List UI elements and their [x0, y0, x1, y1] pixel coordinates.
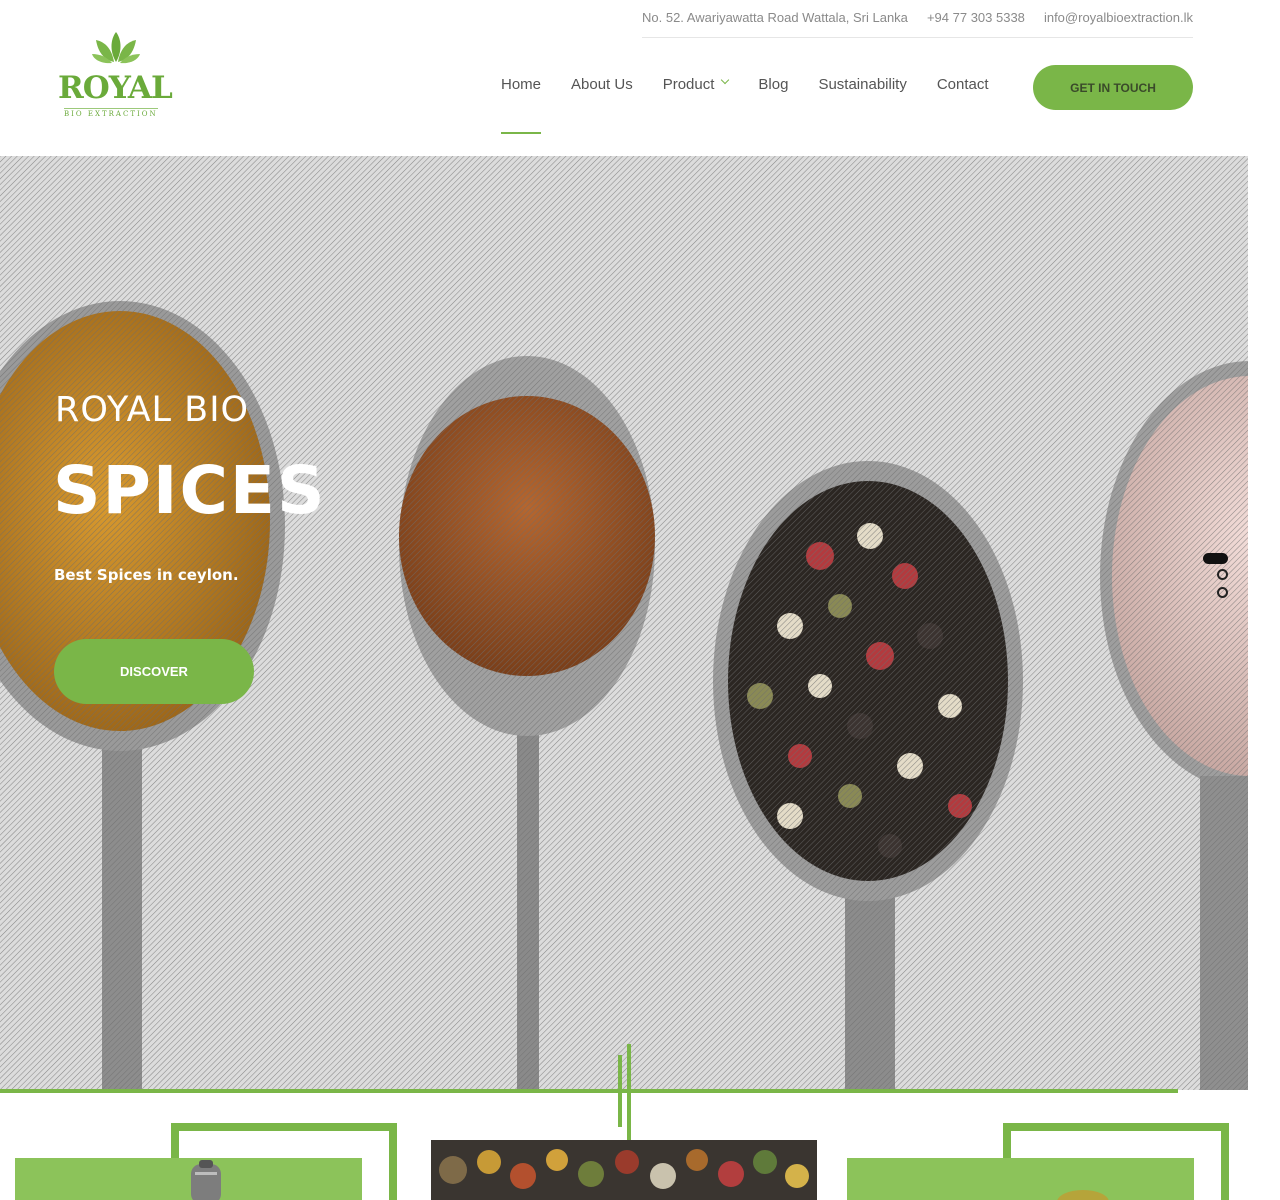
- hero-subtitle: Best Spices in ceylon.: [54, 566, 239, 584]
- nav-label: About Us: [571, 76, 633, 93]
- logo-tagline: BIO EXTRACTION: [64, 108, 158, 118]
- nav-label: Home: [501, 76, 542, 93]
- oil-bottle-icon: [191, 1160, 221, 1200]
- main-nav: Home About Us Product Blog Sustainabilit…: [501, 75, 1019, 134]
- slider-dot-active[interactable]: [1203, 553, 1228, 564]
- hero-eyebrow: ROYAL BIO: [55, 390, 250, 430]
- chevron-down-icon: [721, 75, 730, 85]
- nav-label: Sustainability: [818, 76, 907, 93]
- contact-topbar: No. 52. Awariyawatta Road Wattala, Sri L…: [642, 10, 1193, 38]
- address-text: No. 52. Awariyawatta Road Wattala, Sri L…: [642, 10, 908, 25]
- discover-button[interactable]: DISCOVER: [54, 639, 254, 704]
- nav-label: Blog: [758, 76, 789, 93]
- site-header: ROYAL BIO EXTRACTION No. 52. Awariyawatt…: [0, 0, 1280, 156]
- spice-assortment-image: [431, 1140, 817, 1200]
- slider-dot[interactable]: [1217, 587, 1228, 598]
- section-divider: [0, 1089, 1178, 1093]
- slider-dot[interactable]: [1217, 569, 1228, 580]
- nav-item-contact[interactable]: Contact: [937, 76, 989, 98]
- herb-powder-icon: [1057, 1190, 1109, 1200]
- hero-slider: ROYAL BIO SPICES Best Spices in ceylon. …: [0, 156, 1248, 1090]
- hero-title: SPICES: [53, 452, 327, 529]
- slider-pagination: [1203, 553, 1229, 603]
- decorative-bar: [618, 1055, 622, 1127]
- logo-wordmark: ROYAL: [58, 70, 173, 106]
- feature-card-oil[interactable]: [15, 1158, 362, 1200]
- feature-card-herbs[interactable]: [847, 1158, 1194, 1200]
- brand-logo[interactable]: ROYAL BIO EXTRACTION: [58, 30, 174, 122]
- nav-label: Product: [662, 76, 715, 93]
- nav-item-about-us[interactable]: About Us: [571, 76, 633, 98]
- phone-text[interactable]: +94 77 303 5338: [927, 10, 1025, 37]
- nav-item-blog[interactable]: Blog: [758, 76, 788, 98]
- nav-label: Contact: [936, 76, 989, 93]
- leaf-icon: [92, 32, 140, 64]
- feature-card-spices[interactable]: [431, 1140, 817, 1200]
- nav-item-home[interactable]: Home: [501, 76, 542, 134]
- spices-spoons-image: [0, 156, 1248, 1090]
- email-text[interactable]: info@royalbioextraction.lk: [1044, 10, 1193, 37]
- decorative-bar: [627, 1044, 631, 1140]
- get-in-touch-button[interactable]: GET IN TOUCH: [1033, 65, 1193, 110]
- nav-item-product[interactable]: Product: [662, 75, 730, 98]
- nav-item-sustainability[interactable]: Sustainability: [818, 76, 906, 98]
